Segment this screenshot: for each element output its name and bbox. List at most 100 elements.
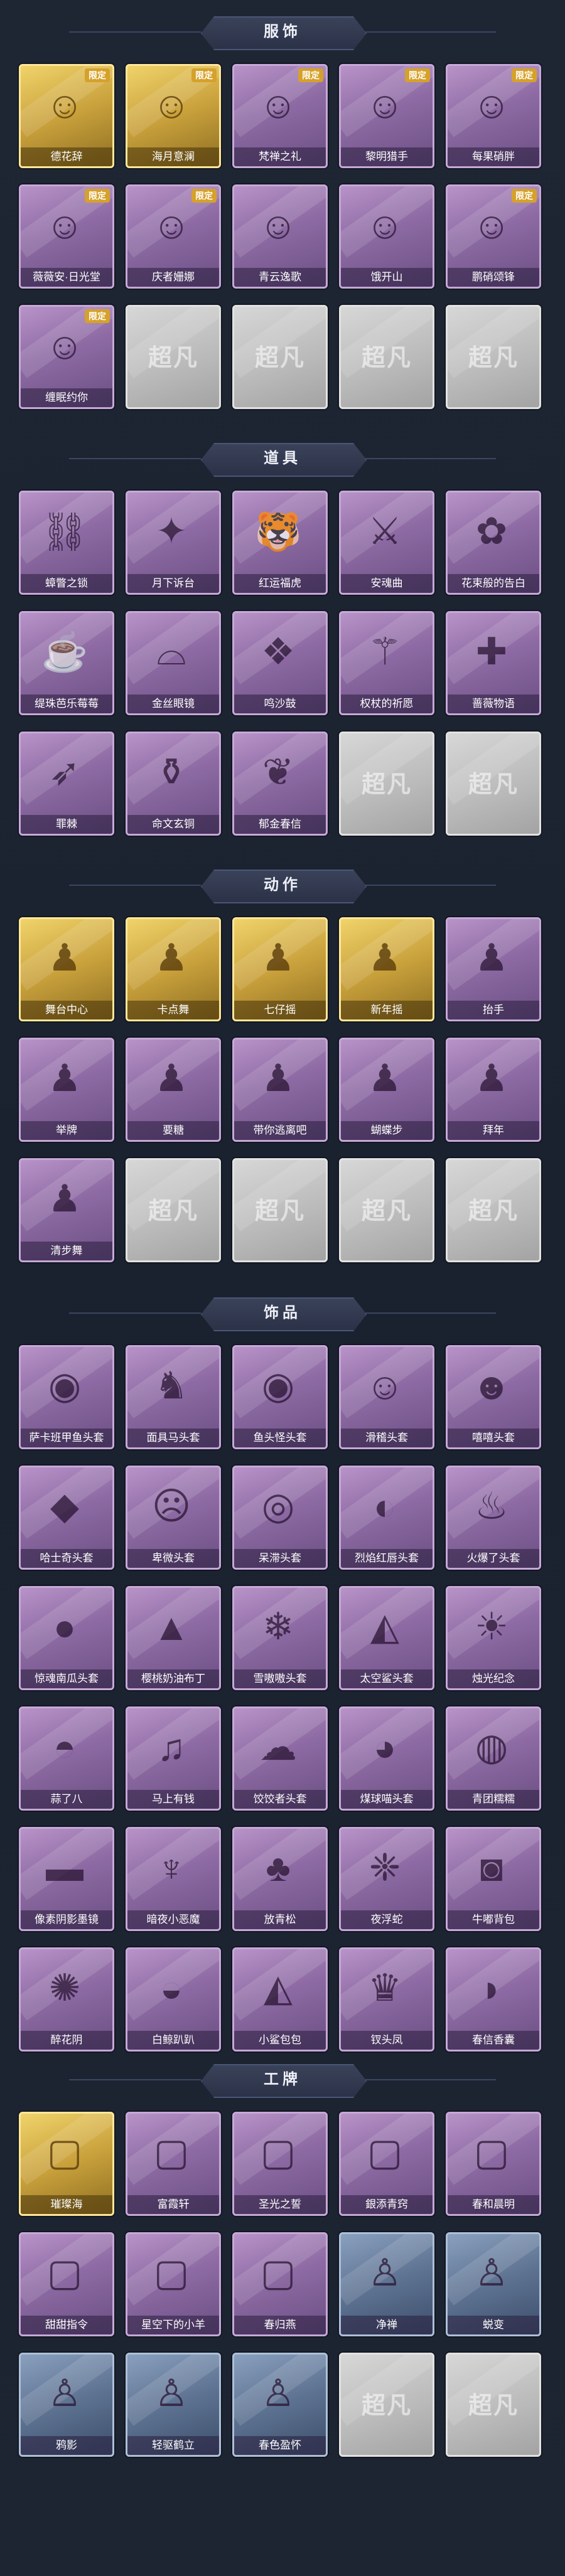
item-card[interactable]: ♟ 蝴蝶步 <box>339 1038 434 1142</box>
item-card[interactable]: 🐯 红运福虎 <box>232 491 328 595</box>
item-card[interactable]: ❈ 夜浮蛇 <box>339 1827 434 1931</box>
item-card[interactable]: ☺ 饿开山 <box>339 184 434 289</box>
item-name: 薇薇安·日光堂 <box>21 268 112 287</box>
item-card[interactable]: ☺ 德花辞 限定 <box>19 64 114 168</box>
section-header: 道具 <box>0 439 565 478</box>
item-card[interactable]: ☺ 庆者姗娜 限定 <box>126 184 221 289</box>
item-card[interactable]: ◓ 蒜了八 <box>19 1706 114 1811</box>
item-card[interactable]: ♨ 火爆了头套 <box>446 1466 541 1570</box>
item-card[interactable]: ▢ 星空下的小羊 <box>126 2232 221 2336</box>
empty-slot-card[interactable]: 超凡 <box>126 305 221 409</box>
item-card[interactable]: ▢ 銀添青窍 <box>339 2112 434 2216</box>
item-card[interactable]: ⛓ 蟑瞥之锁 <box>19 491 114 595</box>
item-card[interactable]: ♙ 春色盈怀 <box>232 2353 328 2457</box>
item-card[interactable]: ☺ 海月意澜 限定 <box>126 64 221 168</box>
empty-slot-card[interactable]: 超凡 <box>339 1158 434 1262</box>
item-card[interactable]: ◍ 青团糯糯 <box>446 1706 541 1811</box>
item-card[interactable]: ♟ 要糖 <box>126 1038 221 1142</box>
empty-slot-card[interactable]: 超凡 <box>446 1158 541 1262</box>
item-card[interactable]: ⚚ 权杖的祈愿 <box>339 611 434 715</box>
item-card[interactable]: ☺ 鹏硝颂锋 限定 <box>446 184 541 289</box>
item-card[interactable]: ❖ 鸣沙鼓 <box>232 611 328 715</box>
empty-slot-card[interactable]: 超凡 <box>339 305 434 409</box>
item-card[interactable]: ✚ 蔷薇物语 <box>446 611 541 715</box>
item-card[interactable]: ⌓ 金丝眼镜 <box>126 611 221 715</box>
item-card[interactable]: ♆ 暗夜小恶魔 <box>126 1827 221 1931</box>
limited-badge: 限定 <box>85 189 110 203</box>
item-card[interactable]: ♟ 拜年 <box>446 1038 541 1142</box>
item-card[interactable]: ▢ 圣光之誓 <box>232 2112 328 2216</box>
header-divider <box>69 1312 201 1314</box>
empty-slot-card[interactable]: 超凡 <box>126 1158 221 1262</box>
item-card[interactable]: ♟ 舞台中心 <box>19 917 114 1021</box>
item-card[interactable]: ▢ 甜甜指令 <box>19 2232 114 2336</box>
item-card[interactable]: ▢ 春归燕 <box>232 2232 328 2336</box>
item-name: 黎明猎手 <box>341 147 433 166</box>
item-card[interactable]: ♙ 净禅 <box>339 2232 434 2336</box>
item-card[interactable]: ☀ 烛光纪念 <box>446 1586 541 1690</box>
item-card[interactable]: ◎ 呆滞头套 <box>232 1466 328 1570</box>
item-name: 呆滞头套 <box>234 1549 326 1568</box>
item-name: 缠眠约你 <box>21 388 112 407</box>
item-card[interactable]: ♙ 蜕变 <box>446 2232 541 2336</box>
item-card[interactable]: ▢ 春和晨明 <box>446 2112 541 2216</box>
item-card[interactable]: ❄ 雪嗷嗷头套 <box>232 1586 328 1690</box>
item-card[interactable]: ▢ 富霞轩 <box>126 2112 221 2216</box>
item-card[interactable]: ✦ 月下诉台 <box>126 491 221 595</box>
empty-slot-card[interactable]: 超凡 <box>446 732 541 836</box>
item-card[interactable]: ♣ 放青松 <box>232 1827 328 1931</box>
item-card[interactable]: ◐ 烈焰红唇头套 <box>339 1466 434 1570</box>
item-card[interactable]: ♫ 马上有钱 <box>126 1706 221 1811</box>
item-card[interactable]: ☺ 滑稽头套 <box>339 1345 434 1449</box>
item-card[interactable]: ◭ 小鲨包包 <box>232 1947 328 2052</box>
item-card[interactable]: ◕ 煤球喵头套 <box>339 1706 434 1811</box>
item-card[interactable]: ♟ 举牌 <box>19 1038 114 1142</box>
item-card[interactable]: ☕ 缇珠芭乐莓莓 <box>19 611 114 715</box>
item-card[interactable]: ☺ 缠眠约你 限定 <box>19 305 114 409</box>
item-card[interactable]: ● 惊魂南瓜头套 <box>19 1586 114 1690</box>
item-card[interactable]: ❦ 郁金春信 <box>232 732 328 836</box>
item-card[interactable]: ☹ 卑微头套 <box>126 1466 221 1570</box>
item-card[interactable]: ♟ 七仔摇 <box>232 917 328 1021</box>
item-card[interactable]: ◆ 哈士奇头套 <box>19 1466 114 1570</box>
item-name: 七仔摇 <box>234 1001 326 1019</box>
item-card[interactable]: ◭ 太空鲨头套 <box>339 1586 434 1690</box>
item-card[interactable]: ◙ 牛嘟背包 <box>446 1827 541 1931</box>
item-card[interactable]: ⚔ 安魂曲 <box>339 491 434 595</box>
item-card[interactable]: ☺ 梵禅之礼 限定 <box>232 64 328 168</box>
limited-badge: 限定 <box>85 309 110 323</box>
item-card[interactable]: ◒ 白鲸趴趴 <box>126 1947 221 2052</box>
item-card[interactable]: ☺ 薇薇安·日光堂 限定 <box>19 184 114 289</box>
item-card[interactable]: ♟ 新年摇 <box>339 917 434 1021</box>
empty-slot-card[interactable]: 超凡 <box>339 732 434 836</box>
empty-slot-card[interactable]: 超凡 <box>232 305 328 409</box>
item-card[interactable]: ♟ 抬手 <box>446 917 541 1021</box>
item-card[interactable]: ▬ 像素阴影墨镜 <box>19 1827 114 1931</box>
item-card[interactable]: ▢ 璀璨海 <box>19 2112 114 2216</box>
item-card[interactable]: ♞ 面具马头套 <box>126 1345 221 1449</box>
item-card[interactable]: ☺ 黎明猎手 限定 <box>339 64 434 168</box>
item-card[interactable]: ♟ 带你逃离吧 <box>232 1038 328 1142</box>
item-card[interactable]: ♟ 卡点舞 <box>126 917 221 1021</box>
item-card[interactable]: ♟ 清步舞 <box>19 1158 114 1262</box>
item-card[interactable]: ☻ 嘻嘻头套 <box>446 1345 541 1449</box>
item-card[interactable]: ♙ 轻驱鹤立 <box>126 2353 221 2457</box>
item-card[interactable]: ♛ 钗头凤 <box>339 1947 434 2052</box>
item-card[interactable]: ▲ 樱桃奶油布丁 <box>126 1586 221 1690</box>
item-card[interactable]: ☺ 每果硝胖 限定 <box>446 64 541 168</box>
empty-slot-card[interactable]: 超凡 <box>446 305 541 409</box>
item-card[interactable]: ◗ 春信香囊 <box>446 1947 541 2052</box>
item-card[interactable]: ☁ 饺饺者头套 <box>232 1706 328 1811</box>
item-card[interactable]: ✺ 醉花阴 <box>19 1947 114 2052</box>
fire-icon: ♨ <box>475 1485 508 1527</box>
item-card[interactable]: ☺ 青云逸歌 <box>232 184 328 289</box>
item-card[interactable]: ➶ 罪棘 <box>19 732 114 836</box>
empty-slot-card[interactable]: 超凡 <box>446 2353 541 2457</box>
item-card[interactable]: ♙ 鸦影 <box>19 2353 114 2457</box>
empty-slot-card[interactable]: 超凡 <box>339 2353 434 2457</box>
item-card[interactable]: ⚱ 命文玄铜 <box>126 732 221 836</box>
item-card[interactable]: ✿ 花束般的告白 <box>446 491 541 595</box>
item-card[interactable]: ◉ 萨卡班甲鱼头套 <box>19 1345 114 1449</box>
empty-slot-card[interactable]: 超凡 <box>232 1158 328 1262</box>
item-card[interactable]: ◉ 鱼头怪头套 <box>232 1345 328 1449</box>
